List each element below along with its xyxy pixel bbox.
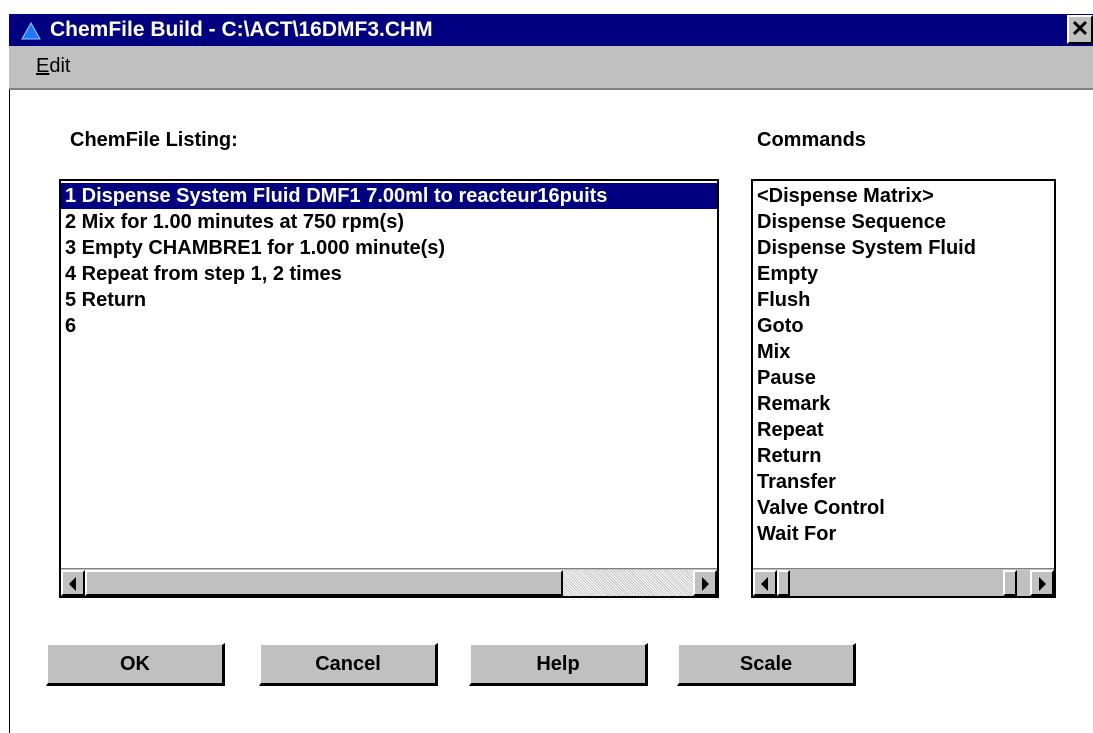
command-item[interactable]: Repeat xyxy=(753,417,1054,443)
command-item[interactable]: Transfer xyxy=(753,469,1054,495)
scroll-left-button[interactable] xyxy=(61,570,85,596)
commands-horizontal-scrollbar[interactable] xyxy=(753,568,1054,596)
menu-edit[interactable]: Edit xyxy=(36,54,70,78)
command-item[interactable]: Return xyxy=(753,443,1054,469)
arrow-left-icon xyxy=(761,577,768,591)
menu-bar: Edit xyxy=(9,46,1093,90)
window-border xyxy=(9,90,10,733)
command-item[interactable]: Valve Control xyxy=(753,495,1054,521)
command-item[interactable]: Dispense System Fluid xyxy=(753,235,1054,261)
scroll-thumb-end[interactable] xyxy=(1003,570,1017,596)
scroll-track[interactable] xyxy=(563,570,693,596)
command-item[interactable]: Pause xyxy=(753,365,1054,391)
close-icon[interactable]: ✕ xyxy=(1067,15,1093,44)
chemfile-build-window: ChemFile Build - C:\ACT\16DMF3.CHM ✕ Edi… xyxy=(0,0,1093,733)
help-button[interactable]: Help xyxy=(469,643,648,686)
app-icon[interactable] xyxy=(21,21,41,41)
arrow-right-icon xyxy=(1039,577,1046,591)
chemfile-listing-label: ChemFile Listing: xyxy=(70,129,238,151)
scale-button[interactable]: Scale xyxy=(677,643,856,686)
command-item[interactable]: Remark xyxy=(753,391,1054,417)
scroll-right-button[interactable] xyxy=(693,570,717,596)
commands-items: <Dispense Matrix> Dispense Sequence Disp… xyxy=(753,181,1054,568)
command-item[interactable]: Goto xyxy=(753,313,1054,339)
command-item[interactable]: <Dispense Matrix> xyxy=(753,183,1054,209)
cancel-button[interactable]: Cancel xyxy=(259,643,438,686)
window-title: ChemFile Build - C:\ACT\16DMF3.CHM xyxy=(50,18,433,41)
listing-horizontal-scrollbar[interactable] xyxy=(61,568,717,596)
chemfile-listing-items: 1 Dispense System Fluid DMF1 7.00ml to r… xyxy=(61,181,717,568)
listing-item[interactable]: 3 Empty CHAMBRE1 for 1.000 minute(s) xyxy=(61,235,717,261)
arrow-right-icon xyxy=(702,577,709,591)
scroll-track-area[interactable] xyxy=(790,570,1028,596)
command-item[interactable]: Mix xyxy=(753,339,1054,365)
ok-button[interactable]: OK xyxy=(46,643,225,686)
command-item[interactable]: Flush xyxy=(753,287,1054,313)
listing-item[interactable]: 4 Repeat from step 1, 2 times xyxy=(61,261,717,287)
menu-edit-label: dit xyxy=(49,55,71,77)
listing-item[interactable]: 5 Return xyxy=(61,287,717,313)
listing-item[interactable]: 6 xyxy=(61,313,717,339)
title-bar[interactable]: ChemFile Build - C:\ACT\16DMF3.CHM ✕ xyxy=(9,14,1093,46)
menu-edit-mnemonic: E xyxy=(36,55,50,77)
scroll-thumb[interactable] xyxy=(85,570,563,596)
command-item[interactable]: Dispense Sequence xyxy=(753,209,1054,235)
scroll-left-button[interactable] xyxy=(753,570,777,596)
chemfile-listing-box[interactable]: 1 Dispense System Fluid DMF1 7.00ml to r… xyxy=(59,179,719,598)
listing-item[interactable]: 1 Dispense System Fluid DMF1 7.00ml to r… xyxy=(61,183,717,209)
command-item[interactable]: Wait For xyxy=(753,521,1054,547)
listing-item[interactable]: 2 Mix for 1.00 minutes at 750 rpm(s) xyxy=(61,209,717,235)
command-item[interactable]: Empty xyxy=(753,261,1054,287)
commands-label: Commands xyxy=(757,129,866,151)
commands-box[interactable]: <Dispense Matrix> Dispense Sequence Disp… xyxy=(751,179,1056,598)
arrow-left-icon xyxy=(69,577,76,591)
scroll-thumb[interactable] xyxy=(777,570,790,596)
scroll-right-button[interactable] xyxy=(1030,570,1054,596)
